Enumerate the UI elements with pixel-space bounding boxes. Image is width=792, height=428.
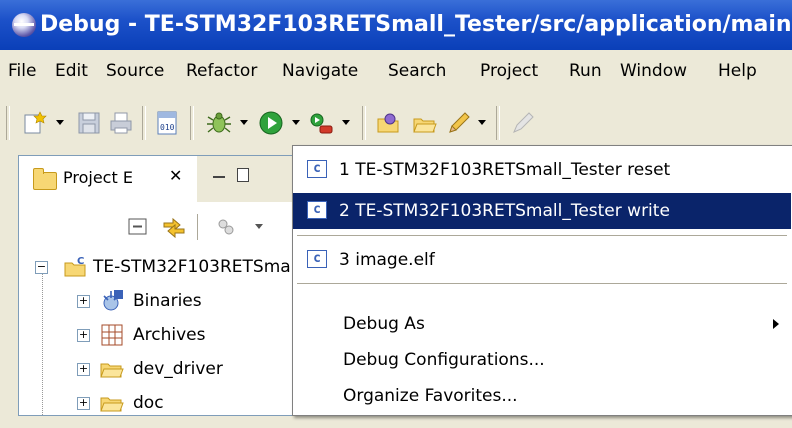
menu-run[interactable]: Run	[569, 50, 602, 92]
toolbar-separator	[6, 106, 10, 140]
chevron-down-icon[interactable]	[342, 120, 350, 125]
menu-separator	[297, 283, 787, 285]
view-toolbar	[19, 202, 299, 250]
open-folder-icon[interactable]	[412, 110, 438, 136]
menu-bar: File Edit Source Refactor Navigate Searc…	[0, 50, 792, 92]
tree-item-label: Binaries	[133, 291, 202, 311]
debug-dropdown-menu: c 1 TE-STM32F103RETSmall_Tester reset c …	[292, 145, 792, 416]
view-menu-icon[interactable]	[255, 224, 263, 229]
menu-edit[interactable]: Edit	[55, 50, 88, 92]
menu-item-label: 1 TE-STM32F103RETSmall_Tester reset	[339, 160, 671, 180]
toolbar-separator	[362, 106, 366, 140]
tab-project-explorer[interactable]: Project E ✕	[19, 156, 198, 202]
submenu-arrow-icon	[773, 319, 779, 329]
tree-item-label: doc	[133, 393, 164, 413]
toolbar-separator	[142, 106, 146, 140]
view-header	[197, 156, 299, 203]
tree-item-label: dev_driver	[133, 359, 223, 379]
svg-text:C: C	[77, 256, 84, 267]
print-icon[interactable]	[108, 110, 134, 136]
menu-item-label: Debug Configurations...	[343, 350, 545, 370]
tree-item-dev-driver[interactable]: + dev_driver	[19, 352, 299, 386]
pencil-icon[interactable]	[446, 110, 472, 136]
debug-icon[interactable]	[206, 110, 232, 136]
menu-search[interactable]: Search	[388, 50, 446, 92]
menu-source[interactable]: Source	[106, 50, 164, 92]
menu-refactor[interactable]: Refactor	[186, 50, 257, 92]
c-launch-icon: c	[307, 201, 327, 219]
tree-item-doc[interactable]: + doc	[19, 386, 299, 420]
collapse-icon[interactable]: −	[35, 261, 48, 274]
close-icon[interactable]: ✕	[169, 166, 182, 185]
binary-icon[interactable]: 010	[154, 110, 180, 136]
link-with-editor-icon[interactable]	[161, 214, 187, 245]
menu-navigate[interactable]: Navigate	[282, 50, 358, 92]
menu-file[interactable]: File	[8, 50, 36, 92]
menu-item-label: Debug As	[343, 314, 425, 334]
chevron-down-icon[interactable]	[478, 120, 486, 125]
svg-text:010: 010	[160, 123, 175, 132]
c-launch-icon: c	[307, 250, 327, 268]
project-tree: − C TE-STM32F103RETSmall_Tester + Binari…	[19, 250, 360, 415]
new-wizard-icon[interactable]	[22, 110, 48, 136]
folder-icon	[99, 390, 125, 428]
tree-item-label: Archives	[133, 325, 206, 345]
toolbar-separator	[190, 106, 194, 140]
menu-item-history-2[interactable]: c 2 TE-STM32F103RETSmall_Tester write	[293, 193, 791, 229]
menu-item-organize-favorites[interactable]: Organize Favorites...	[293, 378, 791, 414]
title-bar: Debug - TE-STM32F103RETSmall_Tester/src/…	[0, 0, 792, 50]
main-toolbar: 010	[0, 92, 792, 152]
edit-icon[interactable]	[510, 110, 536, 136]
c-launch-icon: c	[307, 160, 327, 178]
eclipse-icon[interactable]	[12, 13, 36, 37]
expand-icon[interactable]: +	[77, 363, 90, 376]
maximize-icon[interactable]	[237, 168, 249, 182]
menu-item-label: 3 image.elf	[339, 250, 435, 270]
expand-icon[interactable]: +	[77, 329, 90, 342]
chevron-down-icon[interactable]	[56, 120, 64, 125]
menu-separator	[297, 235, 787, 237]
collapse-all-icon[interactable]	[127, 216, 149, 243]
menu-window[interactable]: Window	[620, 50, 687, 92]
menu-item-debug-configurations[interactable]: Debug Configurations...	[293, 342, 791, 378]
toolbar-separator	[197, 214, 198, 240]
open-type-icon[interactable]	[376, 110, 402, 136]
external-tools-icon[interactable]	[308, 110, 334, 136]
chevron-down-icon[interactable]	[292, 120, 300, 125]
run-icon[interactable]	[258, 110, 284, 136]
tree-item-binaries[interactable]: + Binaries	[19, 284, 299, 318]
menu-item-debug-as[interactable]: Debug As	[293, 306, 791, 342]
menu-item-label: Organize Favorites...	[343, 386, 518, 406]
tree-root[interactable]: − C TE-STM32F103RETSmall_Tester	[19, 250, 360, 284]
window-title: Debug - TE-STM32F103RETSmall_Tester/src/…	[40, 12, 792, 37]
expand-icon[interactable]: +	[77, 295, 90, 308]
tab-label: Project E	[63, 168, 133, 187]
menu-help[interactable]: Help	[718, 50, 757, 92]
menu-item-label: 2 TE-STM32F103RETSmall_Tester write	[339, 201, 670, 221]
folder-icon	[33, 168, 57, 190]
project-explorer-view: Project E ✕ − C TE-STM32F103RETSmall_Tes…	[18, 155, 360, 416]
menu-item-history-3[interactable]: c 3 image.elf	[293, 242, 791, 278]
menu-item-history-1[interactable]: c 1 TE-STM32F103RETSmall_Tester reset	[293, 152, 791, 188]
save-icon[interactable]	[76, 110, 102, 136]
chevron-down-icon[interactable]	[240, 120, 248, 125]
minimize-icon[interactable]	[213, 176, 225, 178]
filter-icon[interactable]	[215, 216, 237, 243]
menu-project[interactable]: Project	[480, 50, 538, 92]
toolbar-separator	[496, 106, 500, 140]
expand-icon[interactable]: +	[77, 397, 90, 410]
tree-item-archives[interactable]: + Archives	[19, 318, 299, 352]
